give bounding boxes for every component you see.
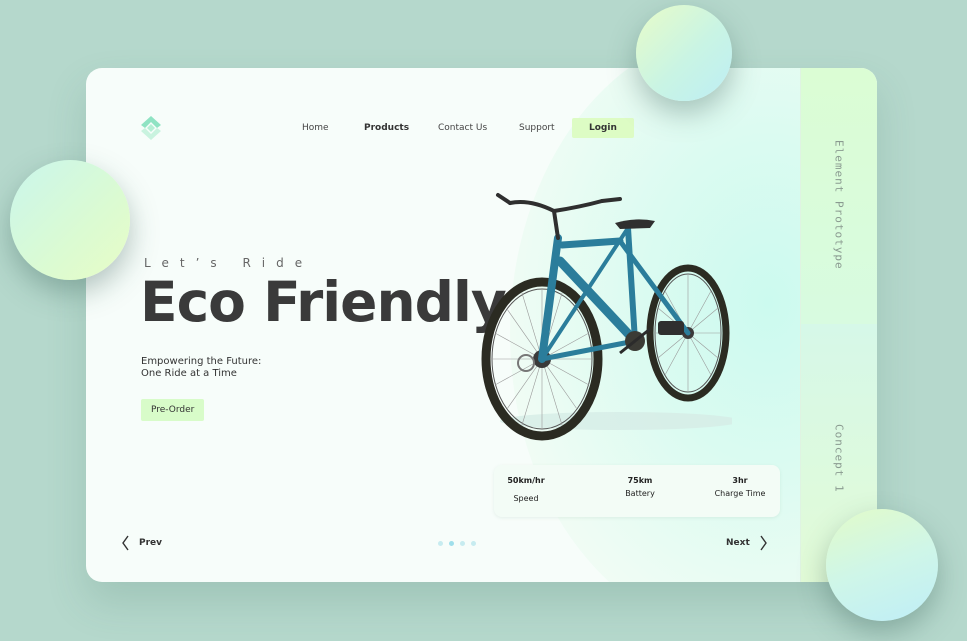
e-bike-image	[481, 193, 732, 441]
stat-charge-time-label: Charge Time	[714, 489, 766, 498]
hero-headline: Eco Friendly	[140, 270, 507, 334]
stage: Element Prototype Concept 1 Home Product…	[0, 0, 967, 641]
chevron-left-icon	[122, 535, 129, 551]
nav-item-contact-us[interactable]: Contact Us	[438, 118, 487, 138]
decorative-bubble-left	[10, 160, 130, 280]
hero-subtext-line-2: One Ride at a Time	[141, 368, 237, 379]
next-label: Next	[726, 538, 750, 548]
pagination-dot[interactable]	[438, 541, 443, 546]
nav-item-products[interactable]: Products	[364, 118, 409, 138]
prev-label: Prev	[139, 538, 163, 548]
pagination-dot[interactable]	[460, 541, 465, 546]
stat-charge-time-value: 3hr	[732, 476, 748, 485]
decorative-bubble-top	[636, 5, 732, 101]
pagination-dot[interactable]	[471, 541, 476, 546]
motor-battery	[658, 321, 684, 335]
stats-panel: 50km/hr Speed 75km Battery 3hr Charge Ti…	[494, 465, 780, 517]
bike-seat	[615, 219, 655, 229]
pre-order-button[interactable]: Pre-Order	[141, 399, 205, 421]
nav-item-home[interactable]: Home	[302, 118, 329, 138]
stat-speed-label: Speed	[513, 494, 539, 503]
side-panel: Element Prototype Concept 1	[800, 68, 877, 582]
decorative-bubble-bottom-right	[826, 509, 938, 621]
diamond-logo-icon[interactable]	[140, 115, 162, 141]
pagination-dots	[438, 541, 476, 546]
next-button[interactable]: Next	[726, 534, 768, 552]
side-label-concept: Concept 1	[832, 424, 846, 493]
handlebar	[496, 193, 622, 240]
nav-item-support[interactable]: Support	[519, 118, 555, 138]
chevron-right-icon	[760, 535, 767, 551]
stat-charge-time: 3hr Charge Time	[708, 476, 772, 498]
prev-button[interactable]: Prev	[121, 534, 162, 552]
side-label-element-prototype: Element Prototype	[832, 140, 846, 270]
stat-speed-value: 50km/hr	[507, 476, 545, 485]
hero-card: Element Prototype Concept 1 Home Product…	[86, 68, 877, 582]
stat-battery-value: 75km	[627, 476, 653, 485]
stat-battery: 75km Battery	[618, 476, 662, 498]
login-button[interactable]: Login	[572, 118, 634, 138]
hero-subtext-line-1: Empowering the Future:	[141, 356, 262, 367]
hero-subtext: Empowering the Future: One Ride at a Tim…	[141, 356, 261, 380]
stat-battery-label: Battery	[625, 489, 655, 498]
stat-speed: 50km/hr Speed	[504, 476, 548, 503]
hero-tagline: Let’s Ride	[144, 256, 314, 270]
pagination-dot-active[interactable]	[449, 541, 454, 546]
